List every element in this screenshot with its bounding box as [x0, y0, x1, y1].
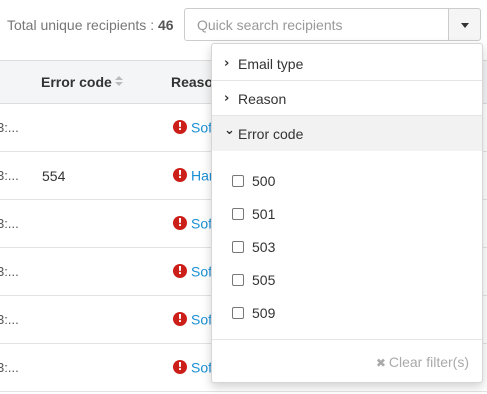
alert-icon: ! [173, 216, 187, 231]
reason-cell: ! Sof [173, 310, 212, 327]
column-header-error-code[interactable]: Error code [41, 74, 123, 90]
date-cell: 3:... [0, 312, 19, 327]
column-header-label: Error code [41, 74, 112, 90]
alert-icon: ! [173, 168, 187, 183]
clear-filters-label: Clear filter(s) [388, 354, 469, 370]
date-cell: 3:... [0, 360, 19, 375]
divider [212, 339, 482, 340]
filter-section-email-type[interactable]: › Email type [212, 46, 482, 81]
alert-icon: ! [173, 120, 187, 135]
date-cell: 3:... [0, 168, 19, 183]
total-recipients: Total unique recipients : 46 [7, 17, 174, 33]
search-dropdown-button[interactable] [448, 8, 481, 41]
checkbox[interactable] [232, 307, 244, 319]
filter-section-reason[interactable]: › Reason [212, 81, 482, 116]
alert-icon: ! [173, 312, 187, 327]
alert-icon: ! [173, 264, 187, 279]
filter-section-label: Email type [238, 56, 304, 72]
date-cell: 3:... [0, 120, 19, 135]
reason-cell: ! Sof [173, 118, 212, 135]
reason-link[interactable]: Sof [191, 263, 212, 279]
reason-link[interactable]: Sof [191, 359, 212, 375]
chevron-right-icon: › [224, 91, 230, 106]
reason-cell: ! Sof [173, 358, 212, 375]
checkbox[interactable] [232, 175, 244, 187]
reason-cell: ! Sof [173, 262, 212, 279]
filter-option-label: 505 [252, 272, 276, 288]
filter-dropdown-panel: › Email type › Reason ⌄ Error code 500 5… [211, 43, 483, 383]
filter-section-error-code[interactable]: ⌄ Error code [212, 116, 482, 151]
reason-link[interactable]: Sof [191, 215, 212, 231]
checkbox[interactable] [232, 274, 244, 286]
filter-option-label: 500 [252, 173, 276, 189]
reason-cell: ! Har [173, 166, 214, 183]
reason-cell: ! Sof [173, 214, 212, 231]
alert-icon: ! [173, 360, 187, 375]
filter-option-label: 509 [252, 305, 276, 321]
filter-section-label: Reason [238, 91, 287, 107]
sort-icon[interactable] [114, 76, 123, 88]
checkbox[interactable] [232, 208, 244, 220]
error-code-cell: 554 [42, 168, 66, 184]
total-label: Total unique recipients : [7, 17, 158, 33]
chevron-right-icon: › [224, 56, 230, 71]
search-input[interactable] [184, 8, 449, 41]
reason-link[interactable]: Sof [191, 119, 212, 135]
reason-link[interactable]: Sof [191, 311, 212, 327]
checkbox[interactable] [232, 241, 244, 253]
filter-section-label: Error code [238, 126, 304, 142]
close-icon: ✖ [375, 356, 386, 370]
filter-option-label: 503 [252, 239, 276, 255]
filter-option-label: 501 [252, 206, 276, 222]
date-cell: 3:... [0, 216, 19, 231]
total-count: 46 [157, 17, 174, 33]
caret-down-icon [461, 23, 469, 28]
date-cell: 3:... [0, 264, 19, 279]
chevron-down-icon: ⌄ [224, 123, 235, 138]
clear-filters-button[interactable]: ✖ Clear filter(s) [376, 354, 469, 370]
